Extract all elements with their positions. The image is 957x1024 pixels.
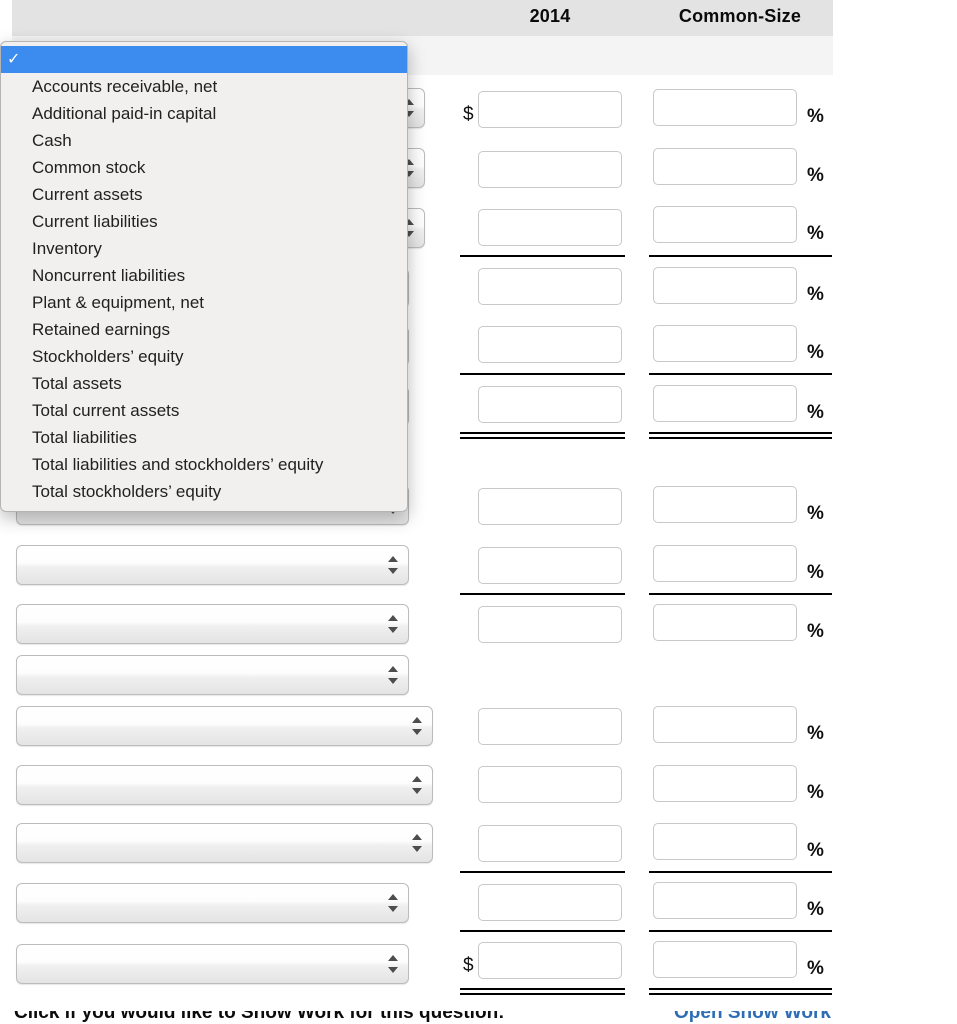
percent-input-5[interactable] [653,325,797,362]
stepper-arrows-icon [388,954,399,974]
dropdown-option-accounts-receivable-net[interactable]: Accounts receivable, net [1,73,407,100]
column-header-year: 2014 [529,6,571,26]
dropdown-option-total-stockholders-equity[interactable]: Total stockholders’ equity [1,478,407,505]
dropdown-option-retained-earnings[interactable]: Retained earnings [1,316,407,343]
open-show-work-link[interactable]: Open Show Work [674,1011,831,1024]
show-work-prompt: Click if you would like to Show Work for… [14,1011,505,1023]
currency-symbol-bottom: $ [463,955,474,976]
percent-input-11[interactable] [653,765,797,802]
percent-input-6[interactable] [653,385,797,422]
percent-symbol-10: % [807,723,824,744]
percent-input-12[interactable] [653,823,797,860]
subtotal-rule-4-pct [649,871,832,873]
percent-input-8[interactable] [653,545,797,582]
percent-input-9[interactable] [653,604,797,641]
dropdown-option-stockholders-equity[interactable]: Stockholders’ equity [1,343,407,370]
percent-symbol-1: % [807,106,824,127]
amount-input-11[interactable] [478,766,622,803]
percent-symbol-12: % [807,840,824,861]
dropdown-option-current-assets[interactable]: Current assets [1,181,407,208]
account-select-9[interactable] [16,604,409,644]
amount-input-2[interactable] [478,151,622,188]
amount-input-14[interactable] [478,942,622,979]
amount-input-13[interactable] [478,884,622,921]
dropdown-option-total-liabilities[interactable]: Total liabilities [1,424,407,451]
dropdown-option-noncurrent-liabilities[interactable]: Noncurrent liabilities [1,262,407,289]
subtotal-rule-2-pct [649,373,832,375]
dropdown-option-common-stock[interactable]: Common stock [1,154,407,181]
subtotal-rule-3 [460,593,625,595]
account-select-13[interactable] [16,823,433,863]
subtotal-rule-2 [460,373,625,375]
dropdown-option-total-assets[interactable]: Total assets [1,370,407,397]
amount-input-1[interactable] [478,91,622,128]
dropdown-option-plant-equipment-net[interactable]: Plant & equipment, net [1,289,407,316]
stepper-arrows-icon [412,716,423,736]
percent-input-7[interactable] [653,486,797,523]
amount-input-5[interactable] [478,326,622,363]
percent-symbol-6: % [807,402,824,423]
account-dropdown-menu[interactable]: ✓ Accounts receivable, net Additional pa… [0,41,408,512]
dropdown-option-blank[interactable]: ✓ [1,46,407,73]
show-work-row: Click if you would like to Show Work for… [14,1011,954,1024]
percent-symbol-3: % [807,223,824,244]
percent-input-14[interactable] [653,941,797,978]
dropdown-option-total-liabilities-and-stockholders-equity[interactable]: Total liabilities and stockholders’ equi… [1,451,407,478]
amount-input-12[interactable] [478,825,622,862]
subtotal-rule-4 [460,871,625,873]
stepper-arrows-icon [388,665,399,685]
percent-symbol-5: % [807,342,824,363]
stepper-arrows-icon [388,893,399,913]
subtotal-rule-3-pct [649,593,832,595]
account-select-11[interactable] [16,706,433,746]
percent-input-13[interactable] [653,882,797,919]
percent-symbol-8: % [807,562,824,583]
account-select-14[interactable] [16,883,409,923]
stepper-arrows-icon [412,775,423,795]
subtotal-rule-1 [460,255,625,257]
amount-input-3[interactable] [478,209,622,246]
currency-symbol-top: $ [463,104,474,125]
common-size-balance-sheet: 2014 Common-Size $ $ % % % % % % % % % %… [0,0,957,1024]
dropdown-option-inventory[interactable]: Inventory [1,235,407,262]
percent-input-10[interactable] [653,706,797,743]
subtotal-rule-1-pct [649,255,832,257]
dropdown-option-total-current-assets[interactable]: Total current assets [1,397,407,424]
dropdown-option-additional-paid-in-capital[interactable]: Additional paid-in capital [1,100,407,127]
percent-symbol-14: % [807,958,824,979]
dropdown-option-current-liabilities[interactable]: Current liabilities [1,208,407,235]
amount-input-4[interactable] [478,268,622,305]
percent-symbol-2: % [807,165,824,186]
subtotal-rule-5 [460,930,625,932]
total-rule-1 [460,432,625,439]
subtotal-rule-5-pct [649,930,832,932]
column-header-common-size: Common-Size [678,6,802,26]
account-select-12[interactable] [16,765,433,805]
percent-input-4[interactable] [653,267,797,304]
account-select-15[interactable] [16,944,409,984]
account-select-10[interactable] [16,655,409,695]
stepper-arrows-icon [388,555,399,575]
amount-input-8[interactable] [478,547,622,584]
percent-symbol-7: % [807,503,824,524]
account-select-8[interactable] [16,545,409,585]
total-rule-1-pct [649,432,832,439]
stepper-arrows-icon [388,614,399,634]
percent-symbol-11: % [807,782,824,803]
amount-input-10[interactable] [478,708,622,745]
amount-input-9[interactable] [478,606,622,643]
checkmark-icon: ✓ [7,51,21,68]
stepper-arrows-icon [412,833,423,853]
percent-symbol-13: % [807,899,824,920]
dropdown-option-cash[interactable]: Cash [1,127,407,154]
percent-input-3[interactable] [653,206,797,243]
amount-input-7[interactable] [478,488,622,525]
grand-total-rule [460,988,625,995]
amount-input-6[interactable] [478,386,622,423]
percent-input-1[interactable] [653,89,797,126]
grand-total-rule-pct [649,988,832,995]
percent-symbol-9: % [807,621,824,642]
percent-symbol-4: % [807,284,824,305]
percent-input-2[interactable] [653,148,797,185]
